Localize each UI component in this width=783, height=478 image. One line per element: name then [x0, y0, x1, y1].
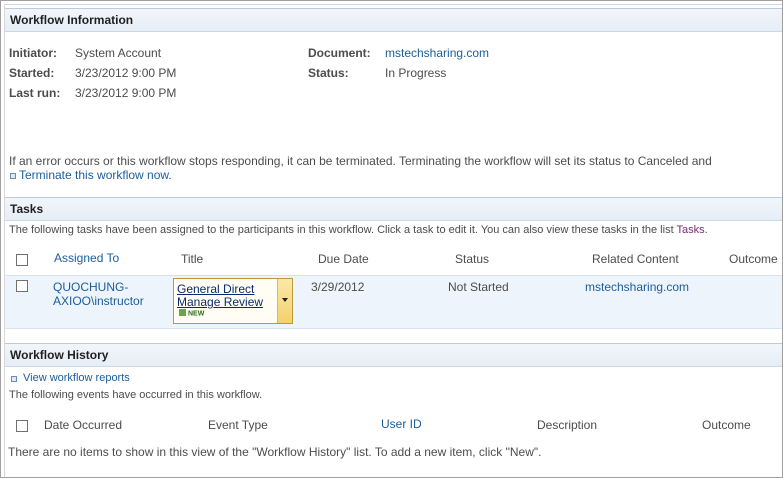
tasks-list-link[interactable]: Tasks	[677, 224, 705, 236]
workflow-status-page: Workflow Information Initiator: System A…	[0, 0, 783, 478]
last-run-label: Last run:	[9, 86, 61, 100]
new-badge-label: NEW	[188, 310, 205, 318]
col-description[interactable]: Description	[537, 418, 597, 432]
status-label: Status:	[308, 66, 349, 80]
col-title[interactable]: Title	[181, 252, 203, 266]
task-title-box[interactable]: General Direct Manage Review NEW	[173, 278, 293, 324]
tasks-intro-end: .	[704, 224, 708, 236]
assigned-to-line2-link[interactable]: AXIOO\instructor	[53, 294, 144, 308]
view-workflow-reports-link[interactable]: View workflow reports	[23, 372, 130, 384]
history-empty-message: There are no items to show in this view …	[8, 445, 542, 459]
new-icon	[179, 309, 186, 316]
workflow-information-title: Workflow Information	[10, 13, 134, 27]
terminate-bullet-icon	[10, 173, 16, 179]
new-badge: NEW	[179, 309, 205, 318]
task-status: Not Started	[448, 280, 509, 294]
col-related-content[interactable]: Related Content	[592, 252, 679, 266]
started-value: 3/23/2012 9:00 PM	[75, 66, 177, 80]
col-due-date[interactable]: Due Date	[318, 252, 369, 266]
tasks-select-all-checkbox[interactable]	[16, 254, 28, 266]
col-status[interactable]: Status	[455, 252, 489, 266]
workflow-information-header: Workflow Information	[5, 8, 782, 32]
history-intro-text: The following events have occurred in th…	[9, 389, 263, 401]
tasks-title: Tasks	[10, 202, 44, 216]
document-label: Document:	[308, 46, 371, 60]
task-title-line2-link[interactable]: Manage Review	[177, 295, 263, 309]
tasks-intro-text: The following tasks have been assigned t…	[9, 224, 674, 236]
col-assigned-to[interactable]: Assigned To	[54, 251, 119, 265]
initiator-value: System Account	[75, 46, 162, 60]
started-label: Started:	[9, 66, 55, 80]
workflow-history-title: Workflow History	[10, 348, 109, 362]
col-outcome[interactable]: Outcome	[729, 252, 778, 266]
initiator-label: Initiator:	[9, 46, 57, 60]
task-related-content-link[interactable]: mstechsharing.com	[585, 280, 689, 294]
task-due-date: 3/29/2012	[311, 280, 365, 294]
tasks-intro: The following tasks have been assigned t…	[9, 224, 708, 236]
page-content: Workflow Information Initiator: System A…	[4, 4, 782, 477]
col-history-outcome[interactable]: Outcome	[702, 418, 751, 432]
assigned-to-line1-link[interactable]: QUOCHUNG-	[53, 280, 128, 294]
task-title-line1-link[interactable]: General Direct	[177, 282, 254, 296]
col-date-occurred[interactable]: Date Occurred	[44, 418, 122, 432]
reports-bullet-icon	[11, 376, 17, 382]
col-event-type[interactable]: Event Type	[208, 418, 268, 432]
terminate-warning-text: If an error occurs or this workflow stop…	[9, 154, 712, 168]
document-link[interactable]: mstechsharing.com	[385, 46, 489, 60]
task-row-checkbox[interactable]	[16, 280, 28, 292]
chevron-down-icon[interactable]	[277, 279, 292, 323]
col-user-id[interactable]: User ID	[381, 417, 422, 431]
status-value: In Progress	[385, 66, 447, 80]
workflow-history-header: Workflow History	[5, 343, 782, 367]
history-select-all-checkbox[interactable]	[16, 420, 28, 432]
tasks-header: Tasks	[5, 197, 782, 221]
terminate-workflow-link[interactable]: Terminate this workflow now.	[19, 168, 172, 182]
last-run-value: 3/23/2012 9:00 PM	[75, 86, 177, 100]
